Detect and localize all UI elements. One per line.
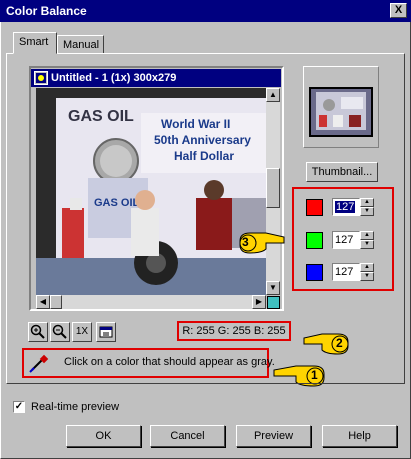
ok-button[interactable]: OK: [66, 425, 141, 447]
window-titlebar: Color Balance: [0, 0, 411, 22]
close-button[interactable]: X: [390, 3, 407, 18]
tab-manual-label: Manual: [63, 39, 100, 51]
close-icon: X: [394, 4, 403, 16]
ok-label: OK: [95, 430, 112, 442]
cancel-label: Cancel: [170, 430, 205, 442]
tab-panel: [6, 53, 405, 384]
checkmark-icon: ✓: [14, 401, 24, 412]
tab-smart[interactable]: Smart: [13, 32, 57, 54]
realtime-preview-checkbox[interactable]: ✓: [13, 401, 25, 413]
window-title: Color Balance: [6, 4, 87, 18]
tab-manual[interactable]: Manual: [57, 35, 104, 54]
realtime-preview-label: Real-time preview: [31, 401, 120, 413]
help-label: Help: [348, 430, 371, 442]
help-button[interactable]: Help: [322, 425, 397, 447]
cancel-button[interactable]: Cancel: [150, 425, 225, 447]
tab-smart-label: Smart: [19, 36, 49, 48]
preview-label: Preview: [253, 430, 294, 442]
preview-button[interactable]: Preview: [236, 425, 311, 447]
